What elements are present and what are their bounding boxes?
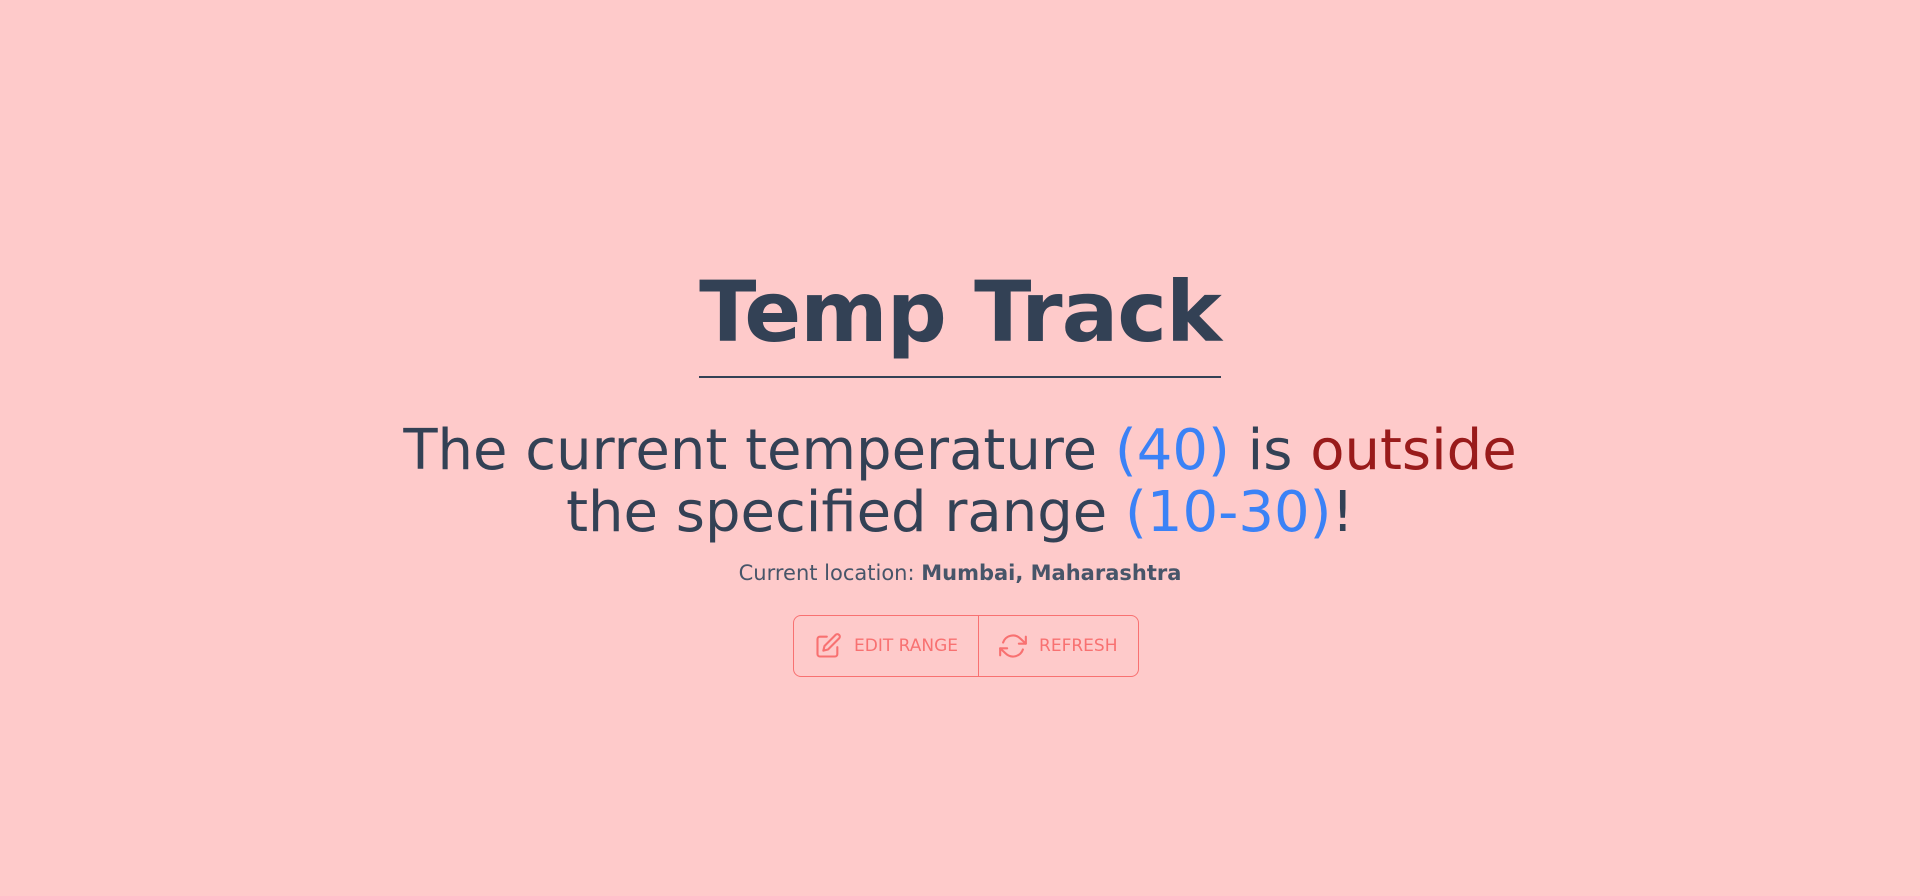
specified-range-value: (10-30): [1125, 480, 1332, 545]
status-middle: is: [1229, 418, 1311, 483]
refresh-icon: [999, 632, 1027, 660]
action-button-group: EDIT RANGE REFRESH: [793, 615, 1139, 677]
refresh-label: REFRESH: [1039, 636, 1118, 656]
status-line2-prefix: the specified range: [566, 480, 1126, 545]
current-temperature-value: (40): [1114, 418, 1230, 483]
header: Temp Track: [0, 262, 1920, 378]
status-prefix: The current temperature: [403, 418, 1115, 483]
edit-range-button[interactable]: EDIT RANGE: [794, 616, 978, 676]
edit-icon: [814, 632, 842, 660]
current-location: Current location: Mumbai, Maharashtra: [0, 560, 1920, 586]
page-title: Temp Track: [699, 262, 1222, 378]
edit-range-label: EDIT RANGE: [854, 636, 959, 656]
location-label: Current location:: [738, 561, 922, 585]
status-suffix: !: [1331, 480, 1354, 545]
app-root: Temp Track The current temperature (40) …: [0, 0, 1920, 896]
location-value: Mumbai, Maharashtra: [921, 561, 1182, 585]
temperature-status-message: The current temperature (40) is outside t…: [360, 420, 1560, 544]
range-state-word: outside: [1310, 418, 1517, 483]
refresh-button[interactable]: REFRESH: [978, 616, 1137, 676]
